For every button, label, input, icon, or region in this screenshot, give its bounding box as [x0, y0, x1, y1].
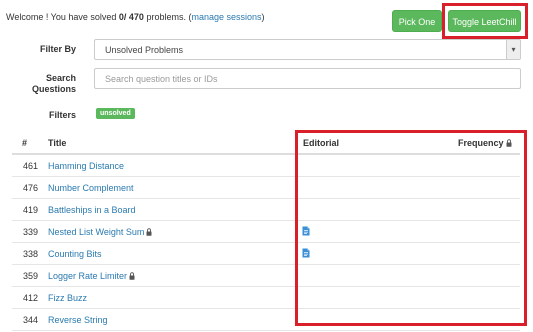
- welcome-suffix: problems. (: [143, 12, 192, 22]
- problem-number: 344: [23, 315, 39, 325]
- chevron-down-icon[interactable]: ▾: [506, 40, 520, 59]
- search-placeholder: Search question titles or IDs: [105, 74, 218, 84]
- table-row: 339 Nested List Weight Sum: [12, 221, 520, 243]
- problem-title-text: Fizz Buzz: [48, 293, 88, 303]
- manage-sessions-link[interactable]: manage sessions: [191, 12, 261, 22]
- problem-number: 461: [23, 161, 39, 171]
- problem-title-link[interactable]: Reverse String: [48, 315, 108, 325]
- problem-number: 419: [23, 205, 39, 215]
- filter-select[interactable]: Unsolved Problems ▾: [94, 39, 521, 60]
- toggle-leetchill-button[interactable]: Toggle LeetChill: [448, 10, 521, 32]
- problem-number: 476: [23, 183, 39, 193]
- problem-title-link[interactable]: Logger Rate Limiter: [48, 271, 135, 281]
- table-row: 338 Counting Bits: [12, 243, 520, 265]
- column-header-number[interactable]: #: [22, 138, 27, 148]
- table-row: 412 Fizz Buzz: [12, 287, 520, 309]
- filters-label: Filters: [48, 110, 76, 120]
- editorial-document-icon[interactable]: [302, 226, 310, 236]
- problem-number: 412: [23, 293, 39, 303]
- row-divider: [12, 330, 520, 331]
- column-header-frequency[interactable]: Frequency: [458, 138, 512, 148]
- problem-title-text: Reverse String: [48, 315, 108, 325]
- search-input[interactable]: Search question titles or IDs: [94, 68, 521, 89]
- table-row: 359 Logger Rate Limiter: [12, 265, 520, 287]
- problem-title-text: Hamming Distance: [48, 161, 125, 171]
- filter-by-label: Filter By: [39, 44, 76, 54]
- table-row: 476 Number Complement: [12, 177, 520, 199]
- problem-number: 339: [23, 227, 39, 237]
- problem-title-link[interactable]: Battleships in a Board: [48, 205, 136, 215]
- unsolved-filter-badge[interactable]: unsolved: [96, 108, 135, 119]
- problem-title-text: Logger Rate Limiter: [48, 271, 128, 281]
- table-row: 461 Hamming Distance: [12, 155, 520, 177]
- problem-number: 338: [23, 249, 39, 259]
- lock-icon: [506, 139, 512, 147]
- frequency-label: Frequency: [458, 138, 504, 148]
- problem-title-text: Number Complement: [48, 183, 134, 193]
- welcome-prefix: Welcome ! You have solved: [6, 12, 119, 22]
- table-row: 419 Battleships in a Board: [12, 199, 520, 221]
- column-header-editorial[interactable]: Editorial: [303, 138, 339, 148]
- problem-title-link[interactable]: Nested List Weight Sum: [48, 227, 152, 237]
- filter-select-value: Unsolved Problems: [105, 45, 184, 55]
- editorial-document-icon[interactable]: [302, 248, 310, 258]
- lock-icon: [129, 272, 135, 280]
- close-paren: ): [261, 12, 265, 22]
- column-header-title[interactable]: Title: [48, 138, 66, 148]
- problem-title-link[interactable]: Fizz Buzz: [48, 293, 87, 303]
- problem-title-link[interactable]: Counting Bits: [48, 249, 102, 259]
- search-questions-label: Search Questions: [20, 73, 76, 95]
- problem-title-link[interactable]: Number Complement: [48, 183, 134, 193]
- lock-icon: [146, 228, 152, 236]
- search-label-line2: Questions: [31, 84, 76, 94]
- problem-title-link[interactable]: Hamming Distance: [48, 161, 124, 171]
- search-label-line1: Search: [45, 73, 76, 83]
- welcome-message: Welcome ! You have solved 0/ 470 problem…: [6, 12, 265, 22]
- table-row: 344 Reverse String: [12, 309, 520, 331]
- solved-count: 0/ 470: [118, 12, 144, 22]
- problem-number: 359: [23, 271, 39, 281]
- problem-title-text: Counting Bits: [48, 249, 102, 259]
- problem-title-text: Nested List Weight Sum: [48, 227, 145, 237]
- pick-one-button[interactable]: Pick One: [392, 10, 442, 32]
- problem-title-text: Battleships in a Board: [48, 205, 136, 215]
